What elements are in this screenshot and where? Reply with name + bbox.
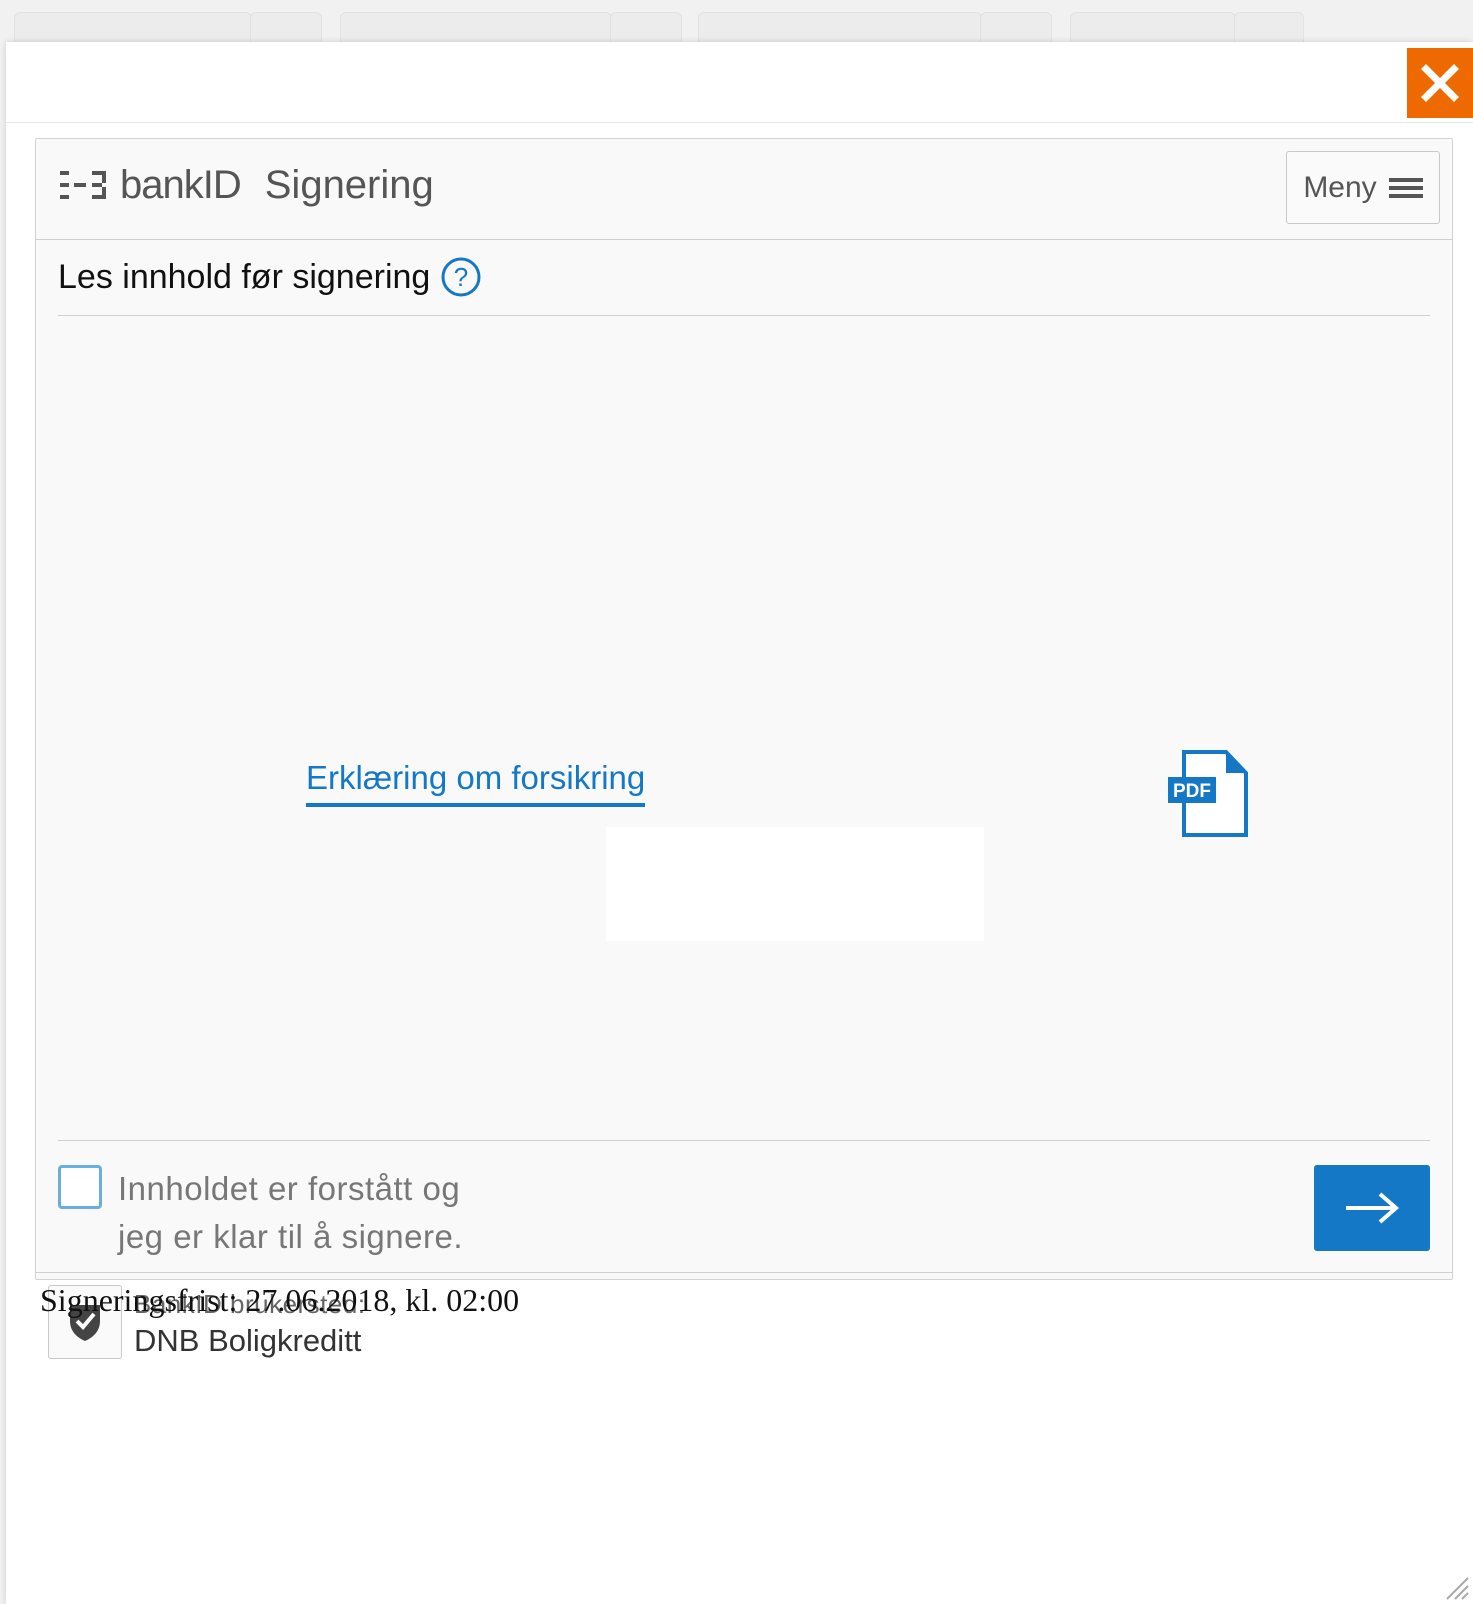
close-icon — [1421, 64, 1459, 102]
document-link[interactable]: Erklæring om forsikring — [306, 759, 646, 807]
pdf-icon[interactable]: PDF — [1166, 749, 1250, 844]
signing-modal: bankID Signering Meny Les innhold før si… — [6, 42, 1473, 1604]
modal-header — [6, 42, 1473, 123]
section-heading: Les innhold før signering ? — [58, 239, 1430, 316]
help-glyph: ? — [454, 262, 468, 292]
help-icon[interactable]: ? — [440, 256, 482, 298]
pdf-icon-label: PDF — [1173, 781, 1211, 802]
confirm-text: Innholdet er forstått og jeg er klar til… — [118, 1165, 718, 1261]
bankid-logo: bankID Signering — [60, 163, 434, 207]
next-button[interactable] — [1314, 1165, 1430, 1251]
blank-area — [606, 827, 984, 941]
bankid-frame: bankID Signering Meny Les innhold før si… — [35, 138, 1453, 1359]
confirm-checkbox[interactable] — [58, 1165, 102, 1209]
close-button[interactable] — [1407, 48, 1473, 118]
merchant-name: DNB Boligkreditt — [134, 1323, 362, 1358]
menu-label: Meny — [1303, 170, 1377, 204]
bankid-logo-icon — [60, 171, 106, 199]
resize-grip-icon[interactable] — [1441, 1572, 1469, 1600]
bankid-header: bankID Signering Meny — [36, 139, 1452, 240]
hamburger-icon — [1388, 177, 1423, 198]
signing-deadline: Signeringsfrist: 27.06.2018, kl. 02:00 — [40, 1282, 520, 1318]
page-title: Signering — [264, 162, 434, 207]
menu-button[interactable]: Meny — [1286, 151, 1440, 224]
confirm-row: Innholdet er forstått og jeg er klar til… — [58, 1140, 1430, 1271]
confirm-line-1: Innholdet er forstått og — [118, 1170, 461, 1207]
confirm-line-2: jeg er klar til å signere. — [118, 1218, 463, 1255]
bankid-logo-text: bankID — [120, 162, 242, 207]
section-title: Les innhold før signering — [58, 257, 431, 296]
arrow-right-icon — [1346, 1192, 1400, 1224]
